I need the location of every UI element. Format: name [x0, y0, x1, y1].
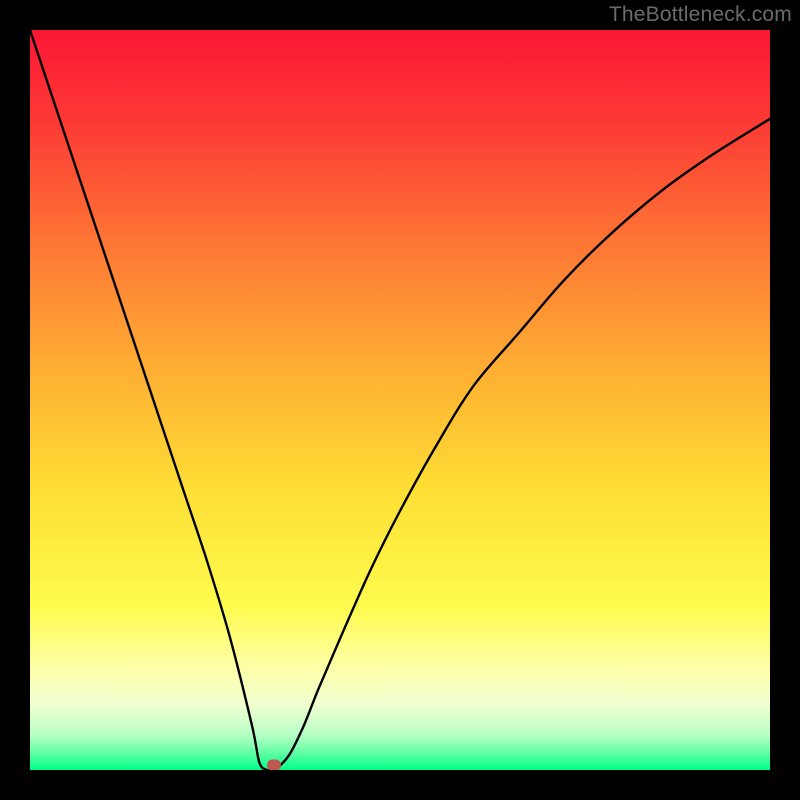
optimum-marker [267, 759, 281, 770]
chart-frame: TheBottleneck.com [0, 0, 800, 800]
curve-layer [30, 30, 770, 770]
watermark-text: TheBottleneck.com [609, 3, 792, 27]
bottleneck-curve [30, 30, 770, 770]
plot-area [30, 30, 770, 770]
